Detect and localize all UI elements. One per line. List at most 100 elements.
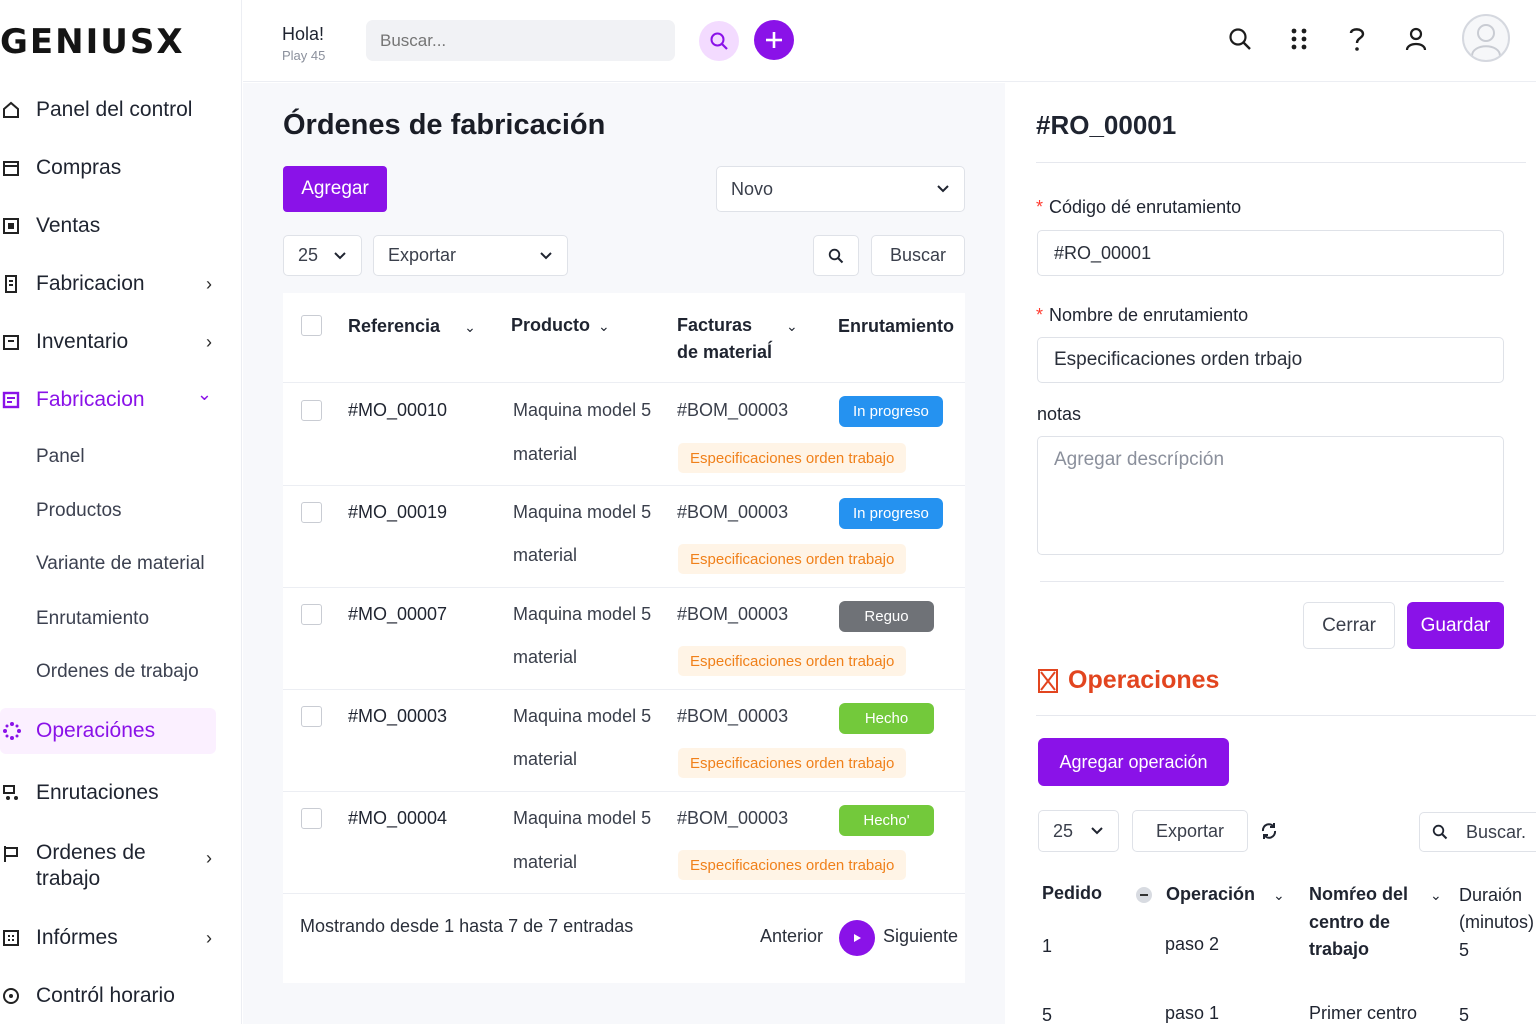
help-icon[interactable]	[1342, 22, 1372, 56]
global-search-input[interactable]	[366, 20, 675, 61]
current-page-indicator[interactable]	[839, 920, 875, 956]
sidebar-item-inventory[interactable]: Inventario ›	[0, 322, 222, 362]
chevron-down-icon: ⌄	[598, 318, 610, 334]
column-header-label: Referencia	[348, 316, 441, 336]
chevron-down-icon: ⌄	[196, 384, 212, 404]
sidebar-item-time-control[interactable]: Contról horario	[0, 976, 222, 1016]
status-badge: Hecho'	[839, 805, 934, 836]
save-button[interactable]: Guardar	[1407, 602, 1504, 649]
search-icon[interactable]	[1225, 22, 1255, 56]
ops-cell-order: 1	[1042, 936, 1053, 956]
cell-reference[interactable]: #MO_00003	[348, 706, 447, 727]
page-size-select[interactable]: 25	[283, 235, 362, 276]
sidebar-subitem-material-variant[interactable]: Variante de material	[36, 553, 205, 575]
purchases-icon	[2, 159, 28, 177]
ops-column-workcenter[interactable]: Nomŕeo del ⌄ centro de trabajo	[1309, 881, 1442, 963]
avatar[interactable]	[1462, 14, 1510, 62]
chevron-down-icon	[936, 181, 950, 197]
routing-code-label-text: Código dé enrutamiento	[1049, 197, 1242, 217]
sidebar-item-label: Infórmes	[36, 926, 118, 949]
divider	[1040, 581, 1504, 582]
divider	[1036, 162, 1526, 163]
next-page-button[interactable]: Siguiente	[883, 926, 958, 947]
sidebar-subitem-routing[interactable]: Enrutamiento	[36, 608, 149, 630]
spec-tag: Especificaciones orden trabajo	[678, 646, 907, 676]
status-badge: Reguo	[839, 601, 934, 632]
sidebar-item-routings[interactable]: Enrutaciones	[0, 773, 222, 813]
apps-grid-icon[interactable]	[1284, 22, 1314, 56]
column-header-reference[interactable]: Referencia ⌄	[348, 313, 476, 340]
sidebar-subitem-work-orders[interactable]: Ordenes de trabajo	[36, 661, 199, 683]
sidebar-item-label: Operaciónes	[36, 719, 156, 742]
row-checkbox[interactable]	[301, 706, 322, 727]
refresh-icon[interactable]	[1260, 822, 1278, 845]
operations-box-icon	[1038, 668, 1058, 693]
status-filter-select[interactable]: Novo	[716, 166, 965, 212]
sidebar-item-work-orders[interactable]: Ordenes de trabajo ›	[0, 840, 222, 900]
sidebar-item-operations[interactable]: Operaciónes	[0, 708, 216, 754]
brand-logo[interactable]: GENIUSX	[0, 22, 185, 62]
row-checkbox[interactable]	[301, 604, 322, 625]
page-size-value: 25	[298, 245, 319, 265]
chevron-down-icon: ⌄	[464, 319, 476, 335]
routing-name-field[interactable]: Especificaciones orden trbajo	[1037, 337, 1504, 383]
sidebar-item-reports[interactable]: Infórmes ›	[0, 918, 222, 958]
ops-page-size-select[interactable]: 25	[1038, 810, 1119, 852]
greeting: Hola!	[282, 24, 325, 44]
cell-reference[interactable]: #MO_00019	[348, 502, 447, 523]
column-header-bom[interactable]: Facturas ⌄ de materiaĺ	[677, 312, 798, 365]
sidebar-subitem-panel[interactable]: Panel	[36, 446, 85, 468]
sidebar-item-label: Panel del control	[36, 98, 193, 121]
row-divider	[283, 382, 965, 383]
sidebar-item-label: Enrutaciones	[36, 781, 159, 804]
table-search-button[interactable]: Buscar	[871, 235, 965, 276]
cell-bom: #BOM_00003	[677, 706, 789, 726]
ops-cell-order: 5	[1042, 1005, 1053, 1024]
ops-page-size-value: 25	[1053, 820, 1074, 841]
user-icon[interactable]	[1401, 22, 1431, 56]
column-header-product[interactable]: Producto ⌄	[511, 312, 610, 339]
add-order-button[interactable]: Agregar	[283, 166, 387, 212]
row-checkbox[interactable]	[301, 400, 322, 421]
search-button[interactable]	[699, 21, 739, 61]
ops-column-label-line2: centro de	[1309, 912, 1391, 932]
routing-code-field[interactable]: #RO_00001	[1037, 230, 1504, 276]
close-button[interactable]: Cerrar	[1303, 602, 1395, 649]
operations-section-title: Operaciones	[1038, 666, 1219, 695]
sidebar-item-purchases[interactable]: Compras	[0, 148, 222, 188]
select-all-checkbox[interactable]	[301, 315, 322, 336]
sidebar-item-sales[interactable]: Ventas	[0, 206, 222, 246]
export-select[interactable]: Exportar	[373, 235, 568, 276]
reports-icon	[2, 929, 28, 947]
ops-export-button[interactable]: Exportar	[1132, 810, 1248, 852]
ops-column-duration[interactable]: Duraión (minutos)	[1459, 882, 1534, 936]
add-button[interactable]	[754, 20, 794, 60]
cell-reference[interactable]: #MO_00010	[348, 400, 447, 421]
routing-name-label-text: Nombre de enrutamiento	[1049, 305, 1249, 325]
sidebar-item-manufacturing-expanded[interactable]: Fabricacion ⌄	[0, 380, 222, 420]
row-checkbox[interactable]	[301, 808, 322, 829]
detail-title: #RO_00001	[1036, 110, 1177, 140]
chevron-down-icon	[539, 248, 553, 264]
cell-reference[interactable]: #MO_00007	[348, 604, 447, 625]
cell-product: Maquina model 5	[513, 706, 652, 726]
prev-page-button[interactable]: Anterior	[760, 926, 823, 947]
notes-textarea[interactable]: Agregar descrípción	[1037, 436, 1504, 555]
ops-column-operation[interactable]: Operación ⌄	[1136, 881, 1285, 909]
add-operation-button[interactable]: Agregar operación	[1038, 738, 1229, 786]
routing-icon	[2, 784, 28, 802]
table-search-icon-button[interactable]	[813, 235, 859, 276]
sidebar-item-dashboard[interactable]: Panel del control	[0, 90, 222, 130]
ops-column-order[interactable]: Pedido	[1042, 880, 1102, 907]
column-header-routing[interactable]: Enrutamiento	[838, 313, 954, 339]
status-badge: In progreso	[839, 498, 943, 529]
cell-product: Maquina model 5	[513, 400, 652, 420]
cell-reference[interactable]: #MO_00004	[348, 808, 447, 829]
ops-search-field[interactable]: Buscar.	[1419, 812, 1536, 852]
sidebar-item-manufacturing[interactable]: Fabricacion ›	[0, 264, 222, 304]
sidebar-subitem-products[interactable]: Productos	[36, 500, 122, 522]
row-checkbox[interactable]	[301, 502, 322, 523]
cell-bom: #BOM_00003	[677, 400, 789, 420]
status-badge: In progreso	[839, 396, 943, 427]
ops-column-label: Nomŕeo del	[1309, 884, 1409, 904]
